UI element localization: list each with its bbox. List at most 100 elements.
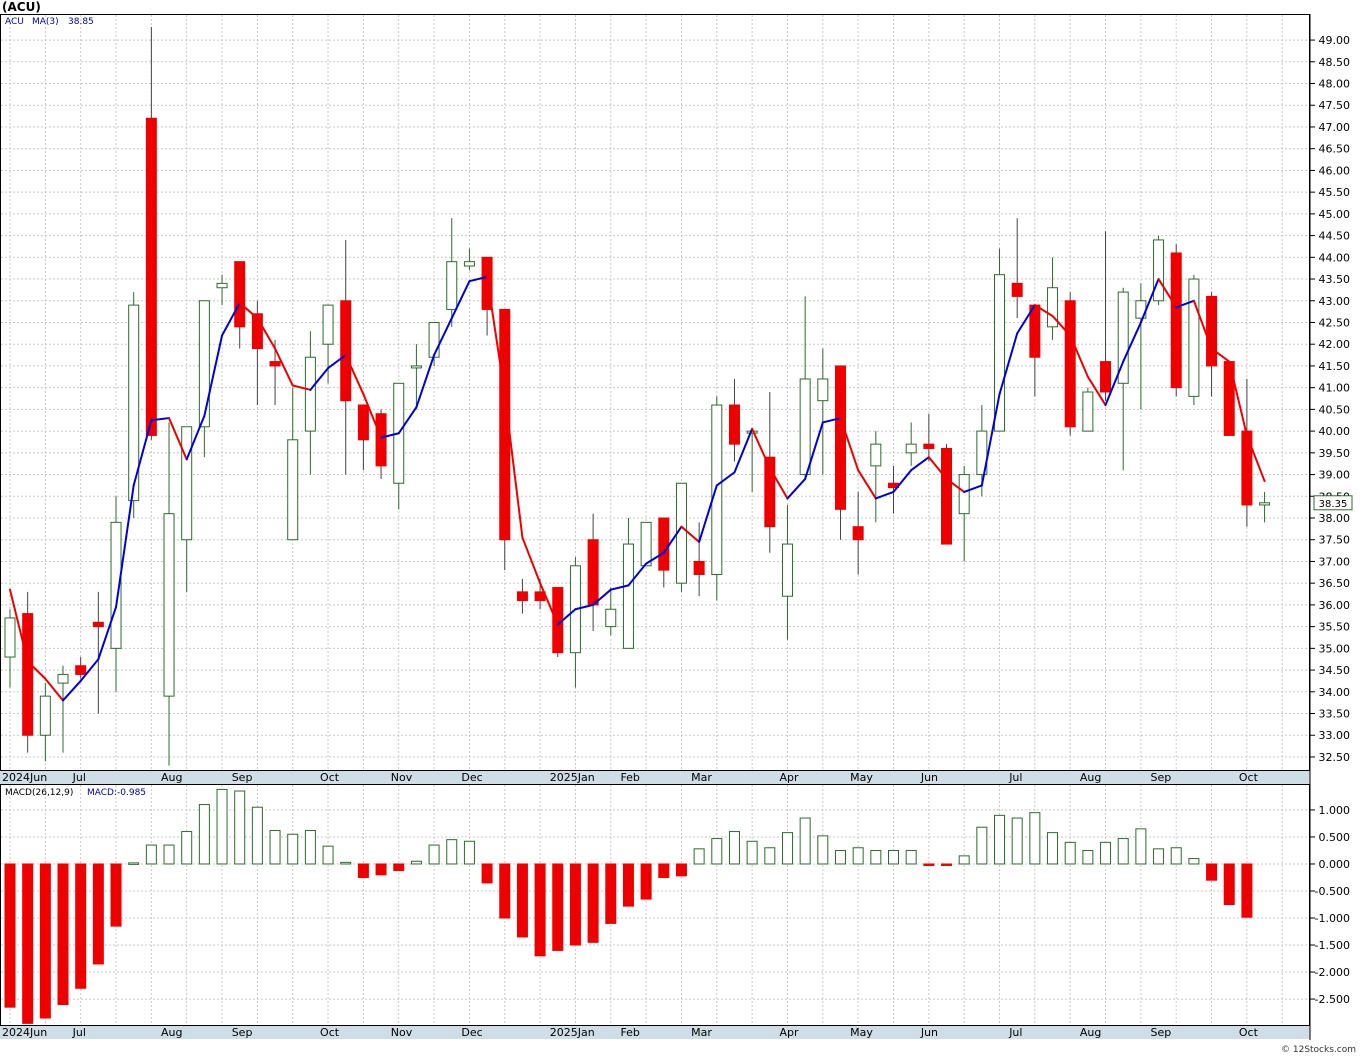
macd-bar <box>446 839 458 865</box>
candle-body <box>658 517 670 571</box>
candle-body <box>834 365 846 510</box>
ma-value: 38.85 <box>68 17 94 27</box>
macd-bar <box>1170 847 1182 865</box>
macd-month-label: 2025Jan <box>550 1026 595 1039</box>
macd-month-label: Jun <box>920 1026 938 1039</box>
macd-bar <box>711 838 723 865</box>
price-month-label: Jul <box>1008 771 1022 784</box>
macd-bar <box>145 844 157 865</box>
chart-title: (ACU) <box>2 0 41 14</box>
macd-bar <box>516 863 528 938</box>
price-tick-label: 34.50 <box>1319 664 1351 677</box>
price-tick-label: 34.00 <box>1319 686 1351 699</box>
candle-body <box>92 621 104 628</box>
price-tick-label: 40.00 <box>1319 425 1351 438</box>
macd-bar <box>57 863 69 1005</box>
price-tick-label: 48.50 <box>1319 56 1351 69</box>
price-tick-label: 44.00 <box>1319 251 1351 264</box>
macd-bar <box>781 832 793 865</box>
macd-bar <box>410 860 422 865</box>
candle-body <box>923 443 935 449</box>
macd-month-label: Aug <box>1080 1026 1101 1039</box>
candle-body <box>622 543 634 649</box>
macd-bar <box>1153 848 1165 865</box>
candle-body <box>870 443 882 467</box>
candle-body <box>1170 252 1182 389</box>
macd-bar <box>110 863 122 927</box>
candle-body <box>1206 295 1218 367</box>
macd-bar <box>269 829 281 865</box>
macd-bar <box>834 849 846 865</box>
macd-bar <box>976 826 988 865</box>
macd-bar <box>1135 828 1147 865</box>
macd-bar <box>375 863 387 876</box>
candle-body <box>4 617 16 658</box>
macd-bar <box>1188 858 1200 865</box>
candle-body <box>1100 361 1112 393</box>
candle <box>22 591 34 753</box>
macd-bar <box>251 806 263 865</box>
macd-month-label: Aug <box>161 1026 182 1039</box>
candle-body <box>799 378 811 476</box>
price-month-label: May <box>850 771 873 784</box>
price-tick-label: 41.50 <box>1319 360 1351 373</box>
candle-body <box>693 560 705 575</box>
candle-body <box>905 443 917 454</box>
price-month-label: Nov <box>391 771 413 784</box>
candle-body <box>39 695 51 736</box>
price-tick-label: 47.00 <box>1319 121 1351 134</box>
macd-bar <box>1082 849 1094 865</box>
candle-body <box>640 521 652 567</box>
macd-bar <box>340 861 352 865</box>
macd-bar <box>463 840 475 865</box>
macd-bar <box>587 863 599 943</box>
price-month-label: Jun <box>920 771 938 784</box>
macd-bar <box>304 829 316 865</box>
price-month-label: 2025Jan <box>550 771 595 784</box>
candle <box>1170 244 1182 397</box>
macd-bar <box>728 831 740 865</box>
macd-bar <box>216 788 228 865</box>
price-tick-label: 41.00 <box>1319 382 1351 395</box>
macd-bar <box>852 847 864 865</box>
macd-bar <box>941 863 953 866</box>
candle-body <box>357 404 369 441</box>
price-tick-label: 35.50 <box>1319 621 1351 634</box>
macd-bar <box>958 855 970 865</box>
macd-month-label: Jul <box>72 1026 86 1039</box>
macd-bar <box>4 863 16 1008</box>
candle-body <box>57 673 69 684</box>
macd-month-label: 2024Jun <box>2 1026 47 1039</box>
price-month-label: Oct <box>320 771 340 784</box>
candle-body <box>817 378 829 402</box>
ma-label: MA(3) <box>32 17 59 27</box>
candle-body <box>340 300 352 402</box>
price-tick-label: 42.00 <box>1319 338 1351 351</box>
macd-bar <box>1047 832 1059 865</box>
price-tick-label: 40.50 <box>1319 403 1351 416</box>
candle-body <box>428 321 440 358</box>
macd-month-label: Nov <box>391 1026 413 1039</box>
macd-bar <box>1029 812 1041 865</box>
price-month-label: Mar <box>691 771 712 784</box>
candle-body <box>145 117 157 436</box>
candle-body <box>587 539 599 606</box>
macd-tick-label: -0.500 <box>1315 885 1350 898</box>
macd-bar <box>693 848 705 865</box>
price-month-label: Sep <box>232 771 253 784</box>
macd-month-label: May <box>850 1026 873 1039</box>
macd-bar <box>870 849 882 865</box>
candle-body <box>75 665 87 675</box>
macd-bar <box>163 844 175 865</box>
candle <box>640 521 652 567</box>
candle-body <box>410 365 422 369</box>
macd-bar <box>905 849 917 865</box>
price-tick-label: 33.50 <box>1319 708 1351 721</box>
macd-bar <box>569 863 581 946</box>
price-tick-label: 49.00 <box>1319 34 1351 47</box>
candle <box>675 482 687 592</box>
macd-bar <box>181 831 193 865</box>
chart-svg: (ACU) 32.50 33.00 33.50 34.00 34.50 35.00 35.5… <box>0 0 1360 1056</box>
candle-body <box>1188 278 1200 397</box>
price-tick-label: 46.50 <box>1319 143 1351 156</box>
